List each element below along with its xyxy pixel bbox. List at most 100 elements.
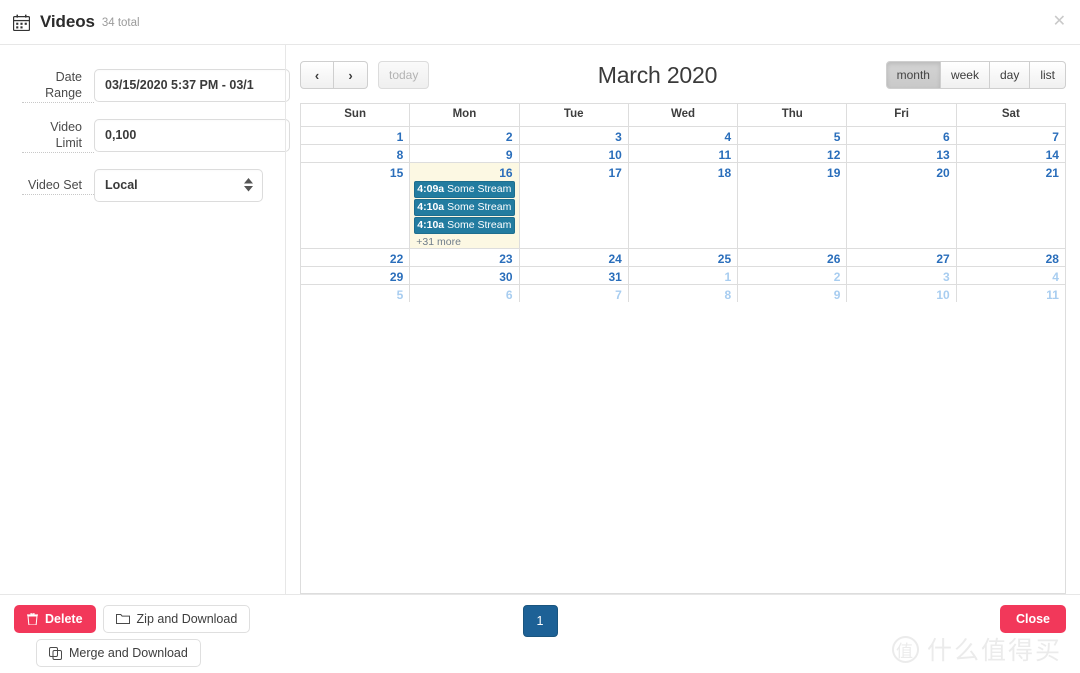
day-number[interactable]: 12: [742, 148, 842, 162]
day-number[interactable]: 8: [633, 288, 733, 302]
calendar-event[interactable]: 4:09aSome Stream - 1.: [414, 181, 515, 198]
calendar-day-cell[interactable]: 9: [409, 145, 518, 162]
calendar-day-cell[interactable]: 7: [955, 127, 1065, 144]
view-month-button[interactable]: month: [885, 61, 941, 89]
day-number[interactable]: 25: [633, 252, 733, 266]
calendar-day-cell[interactable]: 15: [301, 163, 409, 248]
calendar-day-cell[interactable]: 21: [955, 163, 1065, 248]
day-number[interactable]: 3: [524, 130, 624, 144]
page-1-button[interactable]: 1: [522, 605, 558, 637]
date-range-input[interactable]: [94, 68, 290, 102]
day-number[interactable]: 4: [961, 270, 1061, 284]
calendar-day-cell[interactable]: 10: [846, 285, 955, 302]
merge-download-button[interactable]: Merge and Download: [36, 639, 201, 667]
calendar-day-cell[interactable]: 25: [627, 249, 737, 266]
day-number[interactable]: 2: [414, 130, 514, 144]
calendar-day-cell[interactable]: 22: [301, 249, 409, 266]
calendar-day-cell[interactable]: 29: [301, 267, 409, 284]
calendar-day-cell[interactable]: 26: [737, 249, 846, 266]
calendar-day-cell[interactable]: 8: [301, 145, 409, 162]
calendar-day-cell[interactable]: 24: [518, 249, 628, 266]
calendar-day-cell[interactable]: 18: [627, 163, 737, 248]
day-number[interactable]: 7: [524, 288, 624, 302]
day-number[interactable]: 19: [742, 166, 842, 180]
calendar-day-cell[interactable]: 8: [627, 285, 737, 302]
calendar-day-cell[interactable]: 4: [627, 127, 737, 144]
day-number[interactable]: 26: [742, 252, 842, 266]
day-number[interactable]: 2: [742, 270, 842, 284]
prev-month-button[interactable]: ‹: [300, 61, 334, 89]
calendar-day-cell[interactable]: 1: [301, 127, 409, 144]
day-number[interactable]: 29: [305, 270, 405, 284]
calendar-day-cell[interactable]: 23: [409, 249, 518, 266]
day-number[interactable]: 30: [414, 270, 514, 284]
close-button[interactable]: Close: [999, 605, 1066, 633]
day-number[interactable]: 9: [742, 288, 842, 302]
view-week-button[interactable]: week: [940, 61, 990, 89]
calendar-day-cell[interactable]: 11: [627, 145, 737, 162]
day-number[interactable]: 15: [305, 166, 405, 180]
day-number[interactable]: 1: [633, 270, 733, 284]
calendar-day-cell[interactable]: 20: [846, 163, 955, 248]
video-set-select[interactable]: [94, 168, 263, 202]
calendar-day-cell[interactable]: 3: [518, 127, 628, 144]
day-number[interactable]: 3: [851, 270, 951, 284]
calendar-day-cell[interactable]: 30: [409, 267, 518, 284]
calendar-day-cell[interactable]: 5: [301, 285, 409, 302]
calendar-day-cell[interactable]: 11: [955, 285, 1065, 302]
day-number[interactable]: 20: [851, 166, 951, 180]
calendar-day-cell[interactable]: 164:09aSome Stream - 1.4:10aSome Stream …: [409, 163, 519, 248]
day-number[interactable]: 10: [851, 288, 951, 302]
day-number[interactable]: 22: [305, 252, 405, 266]
day-number[interactable]: 11: [633, 148, 733, 162]
calendar-day-cell[interactable]: 19: [737, 163, 846, 248]
calendar-day-cell[interactable]: 28: [955, 249, 1065, 266]
calendar-day-cell[interactable]: 1: [627, 267, 737, 284]
day-number[interactable]: 14: [961, 148, 1061, 162]
day-number[interactable]: 31: [524, 270, 624, 284]
more-events-link[interactable]: +31 more: [414, 236, 514, 248]
view-day-button[interactable]: day: [989, 61, 1031, 89]
day-number[interactable]: 4: [633, 130, 733, 144]
calendar-day-cell[interactable]: 6: [846, 127, 955, 144]
day-number[interactable]: 5: [305, 288, 405, 302]
day-number[interactable]: 28: [961, 252, 1061, 266]
calendar-day-cell[interactable]: 12: [737, 145, 846, 162]
day-number[interactable]: 9: [414, 148, 514, 162]
day-number[interactable]: 24: [524, 252, 624, 266]
day-number[interactable]: 27: [851, 252, 951, 266]
calendar-day-cell[interactable]: 9: [737, 285, 846, 302]
today-button[interactable]: today: [378, 61, 430, 89]
calendar-day-cell[interactable]: 14: [955, 145, 1065, 162]
day-number[interactable]: 11: [961, 288, 1061, 302]
day-number[interactable]: 13: [851, 148, 951, 162]
calendar-day-cell[interactable]: 6: [409, 285, 518, 302]
close-icon[interactable]: ✕: [1053, 14, 1066, 30]
day-number[interactable]: 7: [961, 130, 1061, 144]
day-number[interactable]: 6: [414, 288, 514, 302]
calendar-day-cell[interactable]: 7: [518, 285, 628, 302]
calendar-day-cell[interactable]: 5: [737, 127, 846, 144]
day-number[interactable]: 18: [633, 166, 733, 180]
day-number[interactable]: 23: [414, 252, 514, 266]
day-number[interactable]: 5: [742, 130, 842, 144]
view-list-button[interactable]: list: [1030, 61, 1066, 89]
calendar-event[interactable]: 4:10aSome Stream - 0.: [414, 199, 515, 216]
calendar-day-cell[interactable]: 4: [955, 267, 1065, 284]
video-limit-input[interactable]: [94, 118, 290, 152]
calendar-day-cell[interactable]: 2: [409, 127, 518, 144]
calendar-event[interactable]: 4:10aSome Stream - 0.: [414, 217, 515, 234]
day-number[interactable]: 8: [305, 148, 405, 162]
day-number[interactable]: 16: [414, 166, 514, 180]
next-month-button[interactable]: ›: [334, 61, 368, 89]
calendar-day-cell[interactable]: 13: [846, 145, 955, 162]
calendar-day-cell[interactable]: 2: [737, 267, 846, 284]
day-number[interactable]: 1: [305, 130, 405, 144]
calendar-day-cell[interactable]: 27: [846, 249, 955, 266]
calendar-day-cell[interactable]: 31: [518, 267, 628, 284]
calendar-day-cell[interactable]: 10: [518, 145, 628, 162]
calendar-day-cell[interactable]: 3: [846, 267, 955, 284]
day-number[interactable]: 17: [524, 166, 624, 180]
calendar-day-cell[interactable]: 17: [518, 163, 628, 248]
day-number[interactable]: 21: [961, 166, 1061, 180]
